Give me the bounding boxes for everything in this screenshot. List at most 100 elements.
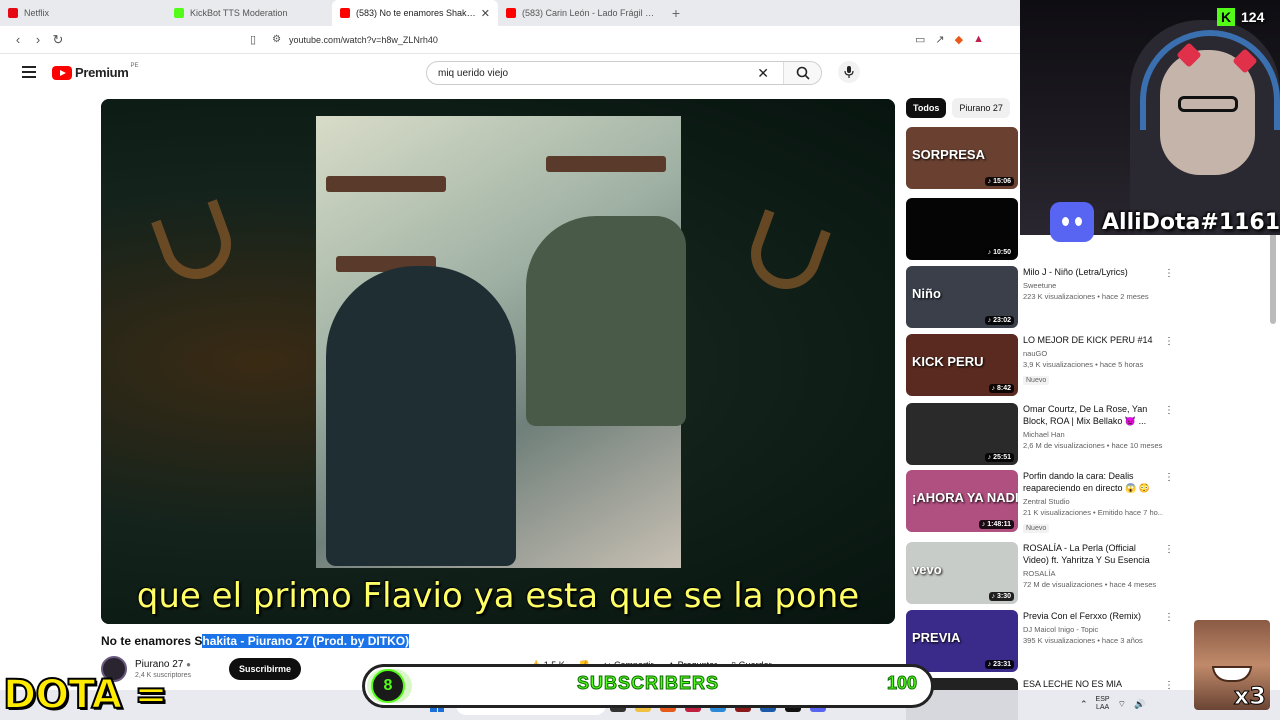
video-player[interactable]: que el primo Flavio ya esta que se la po… (101, 99, 895, 624)
search-icon (796, 66, 810, 80)
video-thumbnail[interactable]: PREVIA ♪ 23:31 (906, 610, 1018, 672)
close-tab-icon[interactable]: ✕ (481, 7, 490, 20)
thumbnail-text: Niño (912, 286, 941, 301)
menu-icon[interactable] (22, 66, 36, 78)
chip-channel[interactable]: Piurano 27 (952, 98, 1010, 118)
tray-chevron-icon[interactable]: ⌃ (1080, 699, 1088, 710)
more-options-icon[interactable]: ⋮ (1164, 336, 1174, 347)
recommended-title[interactable]: Porfin dando la cara: Dealis reaparecien… (1023, 470, 1163, 494)
recommended-video[interactable]: vevo ♪ 3:30 ROSALÍA - La Perla (Official V… (906, 542, 1176, 606)
recommended-title[interactable]: Previa Con el Ferxxo (Remix) (1023, 610, 1163, 622)
more-options-icon[interactable]: ⋮ (1164, 405, 1174, 416)
recommended-channel[interactable]: nauGO (1023, 349, 1163, 358)
thumbnail-text: vevo (912, 562, 942, 577)
video-thumbnail[interactable]: ♪ 10:50 (906, 198, 1018, 260)
bookmark-icon[interactable]: ▯ (250, 33, 256, 46)
video-title-selected: hakita - Piurano 27 (Prod. by DITKO) (202, 634, 410, 648)
browser-tab[interactable]: (583) Carin León - Lado Frágil - YouTu (498, 0, 664, 26)
video-title-plain: No te enamores S (101, 634, 203, 648)
screen: Netflix KickBot TTS Moderation (583) No te… (0, 0, 1280, 720)
recommended-video[interactable]: KICK PERU ♪ 8:42 LO MEJOR DE KICK PERU #14… (906, 334, 1176, 398)
channel-name[interactable]: Piurano 27 ● (135, 659, 191, 670)
recommended-title[interactable]: Milo J - Niño (Letra/Lyrics) (1023, 266, 1163, 278)
logo-country: PE (130, 62, 139, 69)
tab-label: (583) No te enamores Shakita - P (356, 8, 477, 18)
brave-shield-icon[interactable]: ◆ (955, 33, 963, 46)
meme-face (1212, 666, 1252, 682)
more-options-icon[interactable]: ⋮ (1164, 268, 1174, 279)
meme-overlay: x3 (1194, 620, 1270, 710)
recommended-channel[interactable]: Sweetune (1023, 281, 1163, 290)
recommendation-filters: Todos Piurano 27 (906, 98, 1010, 118)
new-badge: Nuevo (1023, 376, 1050, 385)
recommended-channel[interactable]: DJ Maicol Inigo - Topic (1023, 625, 1163, 634)
recommended-meta: 21 K visualizaciones • Emitido hace 7 ho… (1023, 508, 1163, 517)
volume-icon[interactable]: 🔊 (1134, 699, 1145, 710)
recommended-title[interactable]: Omar Courtz, De La Rose, Yan Block, ROA … (1023, 403, 1163, 427)
webcam-overlay (1020, 0, 1280, 235)
recommended-title[interactable]: ROSALÍA - La Perla (Official Video) ft. … (1023, 542, 1163, 566)
url-field[interactable]: youtube.com/watch?v=h8w_ZLNrh40 (289, 35, 438, 45)
dota-overlay-text: DOTA = (2, 671, 169, 719)
discord-name: AlliDota#1161 (1102, 209, 1280, 235)
recommended-video[interactable]: ¡AHORA YA NADIE SE QUEDA! ♪ 1:48:11 Porfin… (906, 470, 1176, 534)
recommended-meta: 395 K visualizaciones • hace 3 años (1023, 636, 1143, 645)
recommended-video[interactable]: Niño ♪ 23:02 Milo J - Niño (Letra/Lyrics) S… (906, 266, 1176, 330)
youtube-logo[interactable]: Premium PE (52, 62, 139, 80)
video-thumbnail[interactable]: KICK PERU ♪ 8:42 (906, 334, 1018, 396)
discord-icon (1050, 202, 1094, 242)
more-options-icon[interactable]: ⋮ (1164, 544, 1174, 555)
recommended-channel[interactable]: ROSALÍA (1023, 569, 1163, 578)
microphone-icon (844, 66, 854, 78)
video-thumbnail[interactable]: vevo ♪ 3:30 (906, 542, 1018, 604)
video-duration: ♪ 23:31 (984, 660, 1014, 669)
brave-rewards-icon[interactable]: ▲ (973, 33, 984, 46)
thumbnail-text: ¡AHORA YA NADIE SE QUEDA! (912, 490, 1018, 505)
video-thumbnail[interactable]: Niño ♪ 23:02 (906, 266, 1018, 328)
recommended-video[interactable]: ♪ 25:51 Omar Courtz, De La Rose, Yan Bloc… (906, 403, 1176, 467)
video-thumbnail[interactable]: SORPRESA ♪ 15:06 (906, 127, 1018, 189)
clear-search-icon[interactable]: ✕ (757, 65, 769, 82)
subscribe-button[interactable]: Suscribirme (229, 658, 302, 680)
recommended-meta: 2,6 M de visualizaciones • hace 10 meses (1023, 441, 1163, 450)
language-indicator[interactable]: ESP LAA (1096, 696, 1110, 712)
video-caption: que el primo Flavio ya esta que se la po… (136, 576, 860, 616)
recommended-title[interactable]: ESA LECHE NO ES MIA (1023, 678, 1163, 690)
recommended-channel[interactable]: Zentral Studio (1023, 497, 1163, 506)
new-badge: Nuevo (1023, 524, 1050, 533)
subscriber-goal-bar: 8 SUBSCRIBERS 100 (362, 664, 934, 708)
video-thumbnail[interactable]: ¡AHORA YA NADIE SE QUEDA! ♪ 1:48:11 (906, 470, 1018, 532)
search-box[interactable]: miq uerido viejo ✕ (426, 61, 822, 85)
video-duration: ♪ 3:30 (988, 592, 1014, 601)
search-button[interactable] (783, 62, 821, 84)
tab-favicon-icon (506, 8, 516, 18)
browser-tab[interactable]: (583) No te enamores Shakita - P ✕ (332, 0, 498, 26)
more-options-icon[interactable]: ⋮ (1164, 612, 1174, 623)
tab-label: (583) Carin León - Lado Frágil - YouTu (522, 8, 656, 18)
share-icon[interactable]: ↗ (935, 33, 944, 46)
recommended-title[interactable]: LO MEJOR DE KICK PERU #14 (1023, 334, 1163, 346)
reload-icon[interactable]: ↻ (48, 32, 68, 48)
goal-current: 8 (371, 669, 405, 703)
wifi-icon[interactable]: ⌔ (1118, 699, 1126, 710)
figure (526, 216, 686, 426)
search-input[interactable]: miq uerido viejo (438, 68, 757, 79)
back-icon[interactable]: ‹ (8, 32, 28, 47)
chip-todos[interactable]: Todos (906, 98, 947, 118)
browser-tab[interactable]: KickBot TTS Moderation (166, 0, 332, 26)
video-thumbnail[interactable]: ♪ 25:51 (906, 403, 1018, 465)
youtube-header: Premium PE miq uerido viejo ✕ (0, 54, 1020, 94)
more-options-icon[interactable]: ⋮ (1164, 472, 1174, 483)
tab-label: Netflix (24, 8, 50, 18)
recommended-channel[interactable]: Michael Han (1023, 430, 1163, 439)
voice-search-button[interactable] (838, 61, 860, 83)
video-duration: ♪ 23:02 (984, 316, 1014, 325)
new-tab-button[interactable]: + (664, 0, 688, 26)
tab-favicon-icon (174, 8, 184, 18)
browser-tab[interactable]: Netflix (0, 0, 166, 26)
verified-icon: ● (186, 660, 191, 669)
forward-icon[interactable]: › (28, 32, 48, 47)
recommended-video[interactable]: PREVIA ♪ 23:31 Previa Con el Ferxxo (Remix… (906, 610, 1176, 674)
cast-icon[interactable]: ▭ (915, 33, 925, 46)
site-info-icon[interactable]: ⚙ (272, 34, 281, 45)
